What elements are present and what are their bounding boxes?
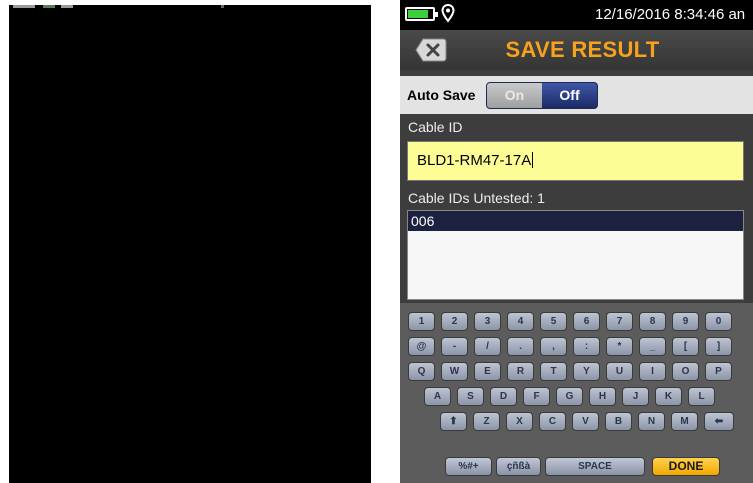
left-status-indicator	[221, 5, 224, 8]
key[interactable]: S	[457, 387, 484, 406]
key[interactable]: T	[540, 362, 567, 381]
key[interactable]: 3	[474, 312, 501, 331]
battery-icon	[405, 7, 438, 21]
onscreen-keyboard: 1 2 3 4 5 6 7 8 9 0 @ - / . , : * _ [ ] …	[400, 303, 753, 483]
cable-id-label: Cable ID	[408, 119, 463, 135]
location-pin-icon	[441, 4, 455, 23]
key[interactable]: 6	[573, 312, 600, 331]
list-item[interactable]: 006	[408, 211, 743, 231]
key[interactable]: B	[605, 412, 632, 431]
auto-save-off-option[interactable]: Off	[542, 83, 597, 108]
key[interactable]: Y	[573, 362, 600, 381]
key[interactable]: U	[606, 362, 633, 381]
key[interactable]: 2	[441, 312, 468, 331]
key[interactable]: _	[639, 337, 666, 356]
key[interactable]: R	[507, 362, 534, 381]
left-status-indicator	[69, 5, 73, 8]
key[interactable]: D	[490, 387, 517, 406]
key[interactable]: -	[441, 337, 468, 356]
key[interactable]: :	[573, 337, 600, 356]
auto-save-on-option[interactable]: On	[487, 83, 542, 108]
left-status-indicator	[13, 5, 35, 8]
key[interactable]: 1	[408, 312, 435, 331]
key[interactable]: J	[622, 387, 649, 406]
symbols-key[interactable]: %#+	[445, 457, 492, 476]
space-key[interactable]: SPACE	[545, 457, 645, 476]
key[interactable]: 7	[606, 312, 633, 331]
key[interactable]: V	[572, 412, 599, 431]
key[interactable]: P	[705, 362, 732, 381]
key[interactable]: I	[639, 362, 666, 381]
status-bar: 12/16/2016 8:34:46 an	[400, 0, 753, 30]
text-cursor	[532, 152, 534, 168]
key[interactable]: A	[424, 387, 451, 406]
key[interactable]: 5	[540, 312, 567, 331]
key[interactable]: 8	[639, 312, 666, 331]
auto-save-row: Auto Save On Off	[400, 76, 753, 114]
backspace-key[interactable]: ⬅	[704, 412, 734, 431]
key[interactable]: 4	[507, 312, 534, 331]
untested-label: Cable IDs Untested: 1	[408, 190, 545, 206]
key[interactable]: Q	[408, 362, 435, 381]
shift-key[interactable]: ⬆	[440, 412, 467, 431]
key[interactable]: E	[474, 362, 501, 381]
auto-save-label: Auto Save	[407, 87, 476, 103]
auto-save-toggle[interactable]: On Off	[486, 82, 598, 109]
key[interactable]: [	[672, 337, 699, 356]
key[interactable]: O	[672, 362, 699, 381]
key[interactable]: C	[539, 412, 566, 431]
key[interactable]: ]	[705, 337, 732, 356]
status-datetime: 12/16/2016 8:34:46 an	[595, 6, 746, 23]
key[interactable]: *	[606, 337, 633, 356]
key[interactable]: K	[655, 387, 682, 406]
key[interactable]: W	[441, 362, 468, 381]
key[interactable]: L	[688, 387, 715, 406]
key[interactable]: F	[523, 387, 550, 406]
key[interactable]: N	[638, 412, 665, 431]
key[interactable]: M	[671, 412, 698, 431]
key[interactable]: /	[474, 337, 501, 356]
key[interactable]: @	[408, 337, 435, 356]
accents-key[interactable]: çñßà	[496, 457, 541, 476]
page-title: SAVE RESULT	[505, 37, 660, 62]
cable-id-input[interactable]: BLD1-RM47-17A	[407, 141, 744, 181]
key[interactable]: G	[556, 387, 583, 406]
key[interactable]: ,	[540, 337, 567, 356]
left-status-bar	[9, 5, 371, 11]
done-button[interactable]: DONE	[652, 457, 720, 476]
left-device-screen	[9, 5, 371, 483]
save-result-screen: 12/16/2016 8:34:46 an SAVE RESULT Auto S…	[400, 0, 753, 483]
cable-id-value: BLD1-RM47-17A	[417, 152, 532, 169]
title-bar: SAVE RESULT	[400, 30, 753, 70]
key[interactable]: H	[589, 387, 616, 406]
left-status-indicator	[43, 5, 55, 8]
key[interactable]: 0	[705, 312, 732, 331]
key[interactable]: X	[506, 412, 533, 431]
untested-list[interactable]: 006	[407, 210, 744, 300]
key[interactable]: 9	[672, 312, 699, 331]
key[interactable]: Z	[473, 412, 500, 431]
key[interactable]: .	[507, 337, 534, 356]
